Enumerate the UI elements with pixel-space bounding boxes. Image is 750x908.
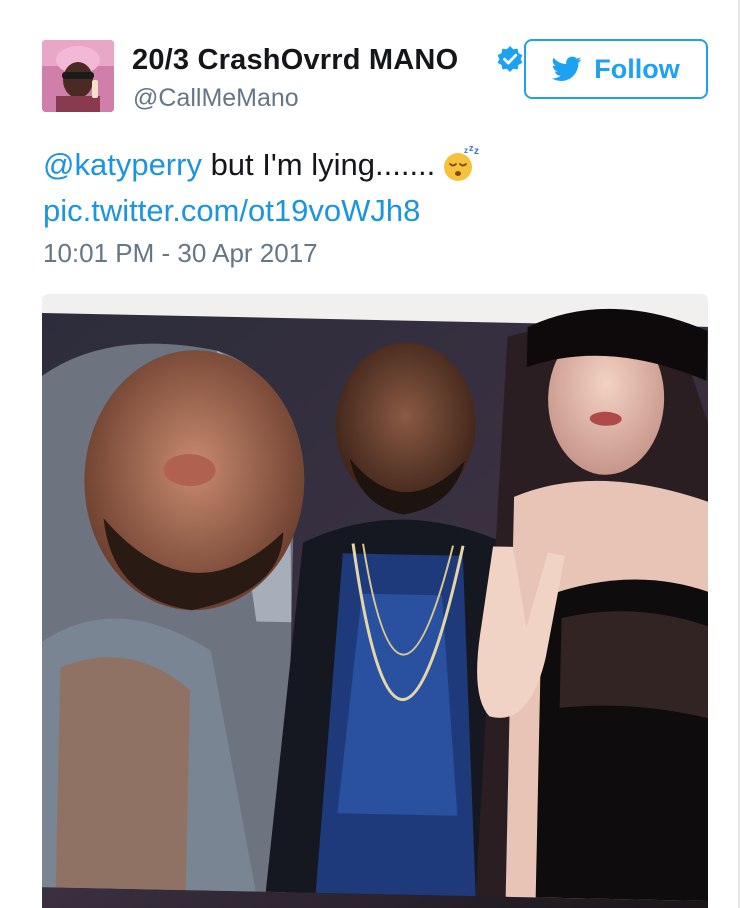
- sleeping-face-emoji: z z z: [441, 143, 481, 183]
- twitter-bird-icon: [552, 56, 582, 82]
- svg-text:z: z: [474, 146, 479, 157]
- follow-button[interactable]: Follow: [524, 39, 708, 99]
- mention-link[interactable]: @katyperry: [43, 147, 202, 182]
- follow-label: Follow: [594, 53, 680, 84]
- pic-link[interactable]: pic.twitter.com/ot19voWJh8: [43, 193, 420, 228]
- avatar[interactable]: [42, 40, 114, 112]
- tweet-text: @katyperry but I'm lying....... z z z pi…: [43, 142, 713, 234]
- tweet-body: but I'm lying.......: [201, 147, 436, 182]
- user-handle[interactable]: @CallMeMano: [133, 84, 299, 113]
- tweet-photo[interactable]: [42, 294, 708, 908]
- tweet-card: 20/3 CrashOvrrd MANO @CallMeMano Follow …: [0, 0, 740, 908]
- svg-text:z: z: [464, 146, 468, 155]
- verified-badge-icon: [496, 45, 524, 73]
- timestamp[interactable]: 10:01 PM - 30 Apr 2017: [43, 238, 318, 269]
- display-name[interactable]: 20/3 CrashOvrrd MANO: [132, 44, 458, 77]
